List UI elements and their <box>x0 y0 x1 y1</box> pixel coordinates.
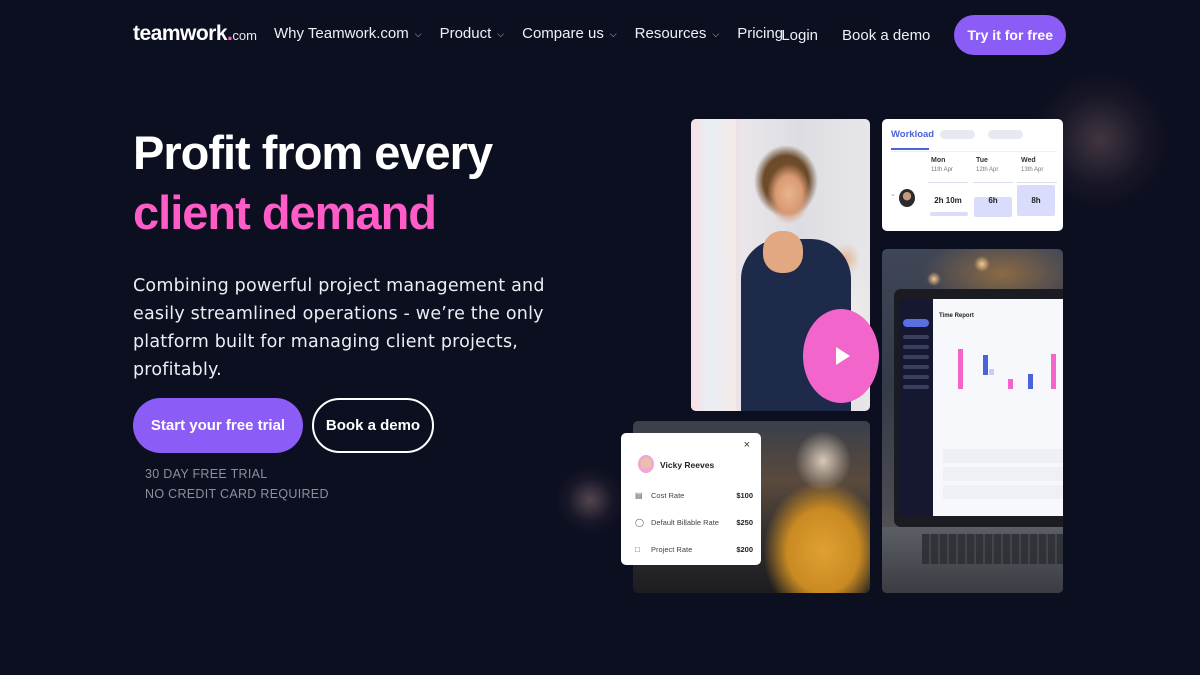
chevron-down-icon: ⌵ <box>609 29 617 39</box>
nav-why-teamwork[interactable]: Why Teamwork.com ⌵ <box>274 25 422 42</box>
divider <box>1017 182 1057 183</box>
play-icon <box>835 347 850 365</box>
rate-label: Default Billable Rate <box>651 518 719 527</box>
sidebar-item <box>903 335 929 339</box>
nav-resources[interactable]: Resources ⌵ <box>635 25 720 42</box>
sidebar-item <box>903 375 929 379</box>
rate-value: $200 <box>736 545 753 554</box>
chevron-down-icon: ⌵ <box>712 29 720 39</box>
nav-label: Why Teamwork.com <box>274 25 409 42</box>
cta-group: Start your free trial Book a demo <box>133 398 434 453</box>
table-row <box>943 467 1063 481</box>
chart-bar <box>1051 354 1056 389</box>
laptop-photo: Time Report <box>882 249 1063 593</box>
workload-value: 6h <box>988 196 998 205</box>
chart-bar <box>1028 374 1033 389</box>
photo-hand <box>763 231 803 273</box>
placeholder-tab <box>940 130 975 139</box>
close-icon[interactable]: × <box>744 439 750 451</box>
photo-whiteboard <box>691 119 736 411</box>
chart-bar <box>983 355 988 375</box>
nav-label: Pricing <box>737 25 784 42</box>
book-demo-button[interactable]: Book a demo <box>312 398 434 453</box>
rate-value: $250 <box>736 518 753 527</box>
hero-description: Combining powerful project management an… <box>133 276 545 380</box>
sidebar-item <box>903 345 929 349</box>
chart-bar <box>989 369 994 375</box>
workload-cell: 8h <box>1017 185 1055 216</box>
nav-product[interactable]: Product ⌵ <box>440 25 505 42</box>
nav-compare-us[interactable]: Compare us ⌵ <box>522 25 617 42</box>
nav-label: Resources <box>634 25 707 42</box>
table-row <box>943 449 1063 463</box>
laptop-screen: Time Report <box>933 299 1063 516</box>
money-bag-icon: ◯ <box>635 518 644 527</box>
date-label: 12th Apr <box>976 167 999 173</box>
nav-book-demo-link[interactable]: Book a demo <box>842 27 930 44</box>
placeholder-tab <box>988 130 1023 139</box>
background-glow <box>555 465 625 535</box>
rate-label: Project Rate <box>651 545 693 554</box>
play-video-button[interactable] <box>803 309 879 403</box>
teamwork-logo[interactable]: teamwork.com <box>133 22 257 46</box>
main-menu: Why Teamwork.com ⌵ Product ⌵ Compare us … <box>274 25 783 42</box>
user-avatar <box>899 189 915 207</box>
workload-tab[interactable]: Workload <box>891 129 934 140</box>
day-label: Tue <box>976 157 988 164</box>
nav-label: Product <box>439 25 492 42</box>
rate-row: □ Project Rate $200 <box>635 545 753 554</box>
chart-bar <box>1008 379 1013 389</box>
folder-icon: □ <box>635 545 640 554</box>
fineprint-no-card: NO CREDIT CARD REQUIRED <box>145 487 329 501</box>
nav-actions: Login Book a demo Try it for free <box>781 15 1066 55</box>
nav-label: Compare us <box>522 25 604 42</box>
headline-line-2: client demand <box>133 186 437 239</box>
chart-bar <box>958 349 963 389</box>
workload-bar <box>930 212 968 216</box>
sidebar-item <box>903 365 929 369</box>
rate-row: ▤ Cost Rate $100 <box>635 491 753 500</box>
date-label: 11th Apr <box>931 167 953 173</box>
headline-line-1: Profit from every <box>133 126 493 179</box>
user-name: Vicky Reeves <box>660 460 715 470</box>
day-label: Mon <box>931 157 946 164</box>
logo-wordmark: teamwork <box>133 22 228 45</box>
table-row <box>943 485 1063 499</box>
day-label: Wed <box>1021 157 1036 164</box>
rate-label: Cost Rate <box>651 491 685 500</box>
date-label: 13th Apr <box>1021 167 1044 173</box>
divider <box>928 182 968 183</box>
rate-card: × Vicky Reeves ▤ Cost Rate $100 ◯ Defaul… <box>621 433 761 565</box>
fineprint-trial-length: 30 DAY FREE TRIAL <box>145 467 268 481</box>
user-avatar <box>638 455 654 473</box>
chevron-down-icon: ⌵ <box>497 29 505 39</box>
logo-suffix: com <box>232 28 257 43</box>
expand-chevron-icon[interactable]: ⌄ <box>890 190 896 198</box>
chevron-down-icon: ⌵ <box>414 29 422 39</box>
screen-title: Time Report <box>939 313 974 319</box>
divider <box>891 151 1057 152</box>
workload-widget: Workload Mon 11th Apr Tue 12th Apr Wed 1… <box>882 119 1063 231</box>
rate-row: ◯ Default Billable Rate $250 <box>635 518 753 527</box>
login-link[interactable]: Login <box>781 27 818 44</box>
laptop-keyboard <box>922 534 1063 564</box>
divider <box>973 182 1013 183</box>
trial-fineprint: 30 DAY FREE TRIAL NO CREDIT CARD REQUIRE… <box>145 464 329 504</box>
rate-value: $100 <box>736 491 753 500</box>
sidebar-item <box>903 385 929 389</box>
active-tab-indicator <box>891 148 929 150</box>
sidebar-item <box>903 355 929 359</box>
app-sidebar <box>899 299 933 516</box>
cash-icon: ▤ <box>635 491 643 500</box>
start-free-trial-button[interactable]: Start your free trial <box>133 398 303 453</box>
top-nav: teamwork.com Why Teamwork.com ⌵ Product … <box>0 0 1200 70</box>
sidebar-item <box>903 319 929 327</box>
try-free-button[interactable]: Try it for free <box>954 15 1066 55</box>
hero-headline: Profit from every client demand <box>133 123 493 243</box>
nav-pricing[interactable]: Pricing <box>737 25 783 42</box>
